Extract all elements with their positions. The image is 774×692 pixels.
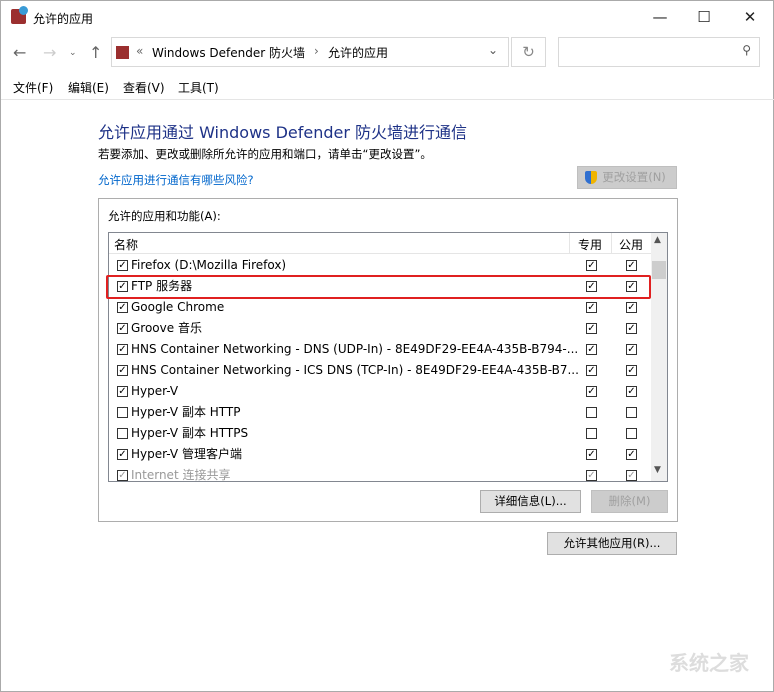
public-checkbox[interactable]: [626, 428, 637, 439]
private-checkbox[interactable]: ✓: [586, 344, 597, 355]
apps-list[interactable]: 名称 专用 公用 ✓ Firefox (D:\Mozilla Firefox) ✓ ✓…: [108, 232, 668, 482]
column-name[interactable]: 名称: [114, 236, 138, 253]
scrollbar-thumb[interactable]: [652, 261, 666, 279]
app-name: Internet 连接共享: [131, 468, 231, 482]
list-item[interactable]: ✓ Firefox (D:\Mozilla Firefox) ✓ ✓: [109, 255, 652, 276]
list-item[interactable]: Hyper-V 副本 HTTP: [109, 402, 652, 423]
private-checkbox[interactable]: ✓: [586, 365, 597, 376]
enabled-checkbox[interactable]: ✓: [117, 449, 128, 460]
enabled-checkbox[interactable]: ✓: [117, 386, 128, 397]
list-item[interactable]: ✓ Internet 连接共享 ✓ ✓: [109, 465, 652, 482]
divider: [1, 99, 774, 100]
list-item[interactable]: ✓ HNS Container Networking - ICS DNS (TCP…: [109, 360, 652, 381]
list-item[interactable]: ✓ Groove 音乐 ✓ ✓: [109, 318, 652, 339]
window-title: 允许的应用: [33, 12, 94, 26]
column-public[interactable]: 公用: [619, 236, 643, 253]
list-item[interactable]: Hyper-V 副本 HTTPS: [109, 423, 652, 444]
public-checkbox[interactable]: ✓: [626, 365, 637, 376]
minimize-button[interactable]: —: [637, 5, 683, 29]
firewall-icon: [116, 46, 129, 59]
recent-chevron-icon[interactable]: ⌄: [69, 48, 77, 58]
app-name: HNS Container Networking - ICS DNS (TCP-…: [131, 363, 579, 377]
app-name: Groove 音乐: [131, 321, 202, 335]
list-item[interactable]: ✓ Hyper-V 管理客户端 ✓ ✓: [109, 444, 652, 465]
enabled-checkbox[interactable]: [117, 407, 128, 418]
highlight-box: [106, 275, 651, 299]
menu-view[interactable]: 查看(V): [123, 79, 165, 96]
search-icon: ⚲: [742, 43, 751, 57]
app-name: Hyper-V 副本 HTTPS: [131, 426, 249, 440]
list-item[interactable]: ✓ Google Chrome ✓ ✓: [109, 297, 652, 318]
search-input[interactable]: ⚲: [558, 37, 760, 67]
app-name: Hyper-V: [131, 384, 179, 398]
public-checkbox[interactable]: [626, 407, 637, 418]
breadcrumb-allowed-apps[interactable]: 允许的应用: [328, 44, 388, 61]
public-checkbox[interactable]: ✓: [626, 323, 637, 334]
app-name: Hyper-V 副本 HTTP: [131, 405, 241, 419]
private-checkbox[interactable]: ✓: [586, 449, 597, 460]
enabled-checkbox[interactable]: ✓: [117, 365, 128, 376]
page-title: 允许应用通过 Windows Defender 防火墙进行通信: [98, 123, 468, 142]
private-checkbox[interactable]: [586, 428, 597, 439]
public-checkbox[interactable]: ✓: [626, 470, 637, 481]
private-checkbox[interactable]: ✓: [586, 260, 597, 271]
app-name: HNS Container Networking - DNS (UDP-In) …: [131, 342, 579, 356]
breadcrumb-firewall[interactable]: Windows Defender 防火墙: [152, 44, 305, 61]
menu-file[interactable]: 文件(F): [13, 79, 53, 96]
list-label: 允许的应用和功能(A):: [108, 209, 221, 223]
public-checkbox[interactable]: ✓: [626, 344, 637, 355]
public-checkbox[interactable]: ✓: [626, 302, 637, 313]
description: 若要添加、更改或删除所允许的应用和端口，请单击“更改设置”。: [98, 147, 432, 161]
refresh-button[interactable]: ↻: [511, 37, 546, 67]
risk-link[interactable]: 允许应用进行通信有哪些风险?: [98, 172, 254, 188]
address-bar[interactable]: « Windows Defender 防火墙 › 允许的应用 ⌄: [111, 37, 509, 67]
list-item[interactable]: ✓ HNS Container Networking - DNS (UDP-In)…: [109, 339, 652, 360]
scrollbar[interactable]: ▲ ▼: [651, 233, 667, 481]
remove-button[interactable]: 删除(M): [591, 490, 668, 513]
public-checkbox[interactable]: ✓: [626, 449, 637, 460]
firewall-icon: [11, 6, 28, 24]
maximize-button[interactable]: ☐: [681, 5, 727, 29]
breadcrumb-overflow[interactable]: «: [136, 44, 143, 58]
breadcrumb-separator-icon: ›: [314, 44, 319, 58]
menu-tools[interactable]: 工具(T): [178, 79, 219, 96]
private-checkbox[interactable]: [586, 407, 597, 418]
enabled-checkbox[interactable]: ✓: [117, 344, 128, 355]
enabled-checkbox[interactable]: ✓: [117, 260, 128, 271]
up-icon[interactable]: ↑: [89, 43, 102, 62]
close-button[interactable]: ✕: [727, 5, 773, 29]
details-button[interactable]: 详细信息(L)...: [480, 490, 581, 513]
app-name: Hyper-V 管理客户端: [131, 447, 242, 461]
column-private[interactable]: 专用: [578, 236, 602, 253]
private-checkbox[interactable]: ✓: [586, 386, 597, 397]
public-checkbox[interactable]: ✓: [626, 386, 637, 397]
app-name: Google Chrome: [131, 300, 225, 314]
forward-icon[interactable]: →: [43, 43, 56, 62]
change-settings-button[interactable]: 更改设置(N): [577, 166, 677, 189]
enabled-checkbox[interactable]: ✓: [117, 323, 128, 334]
private-checkbox[interactable]: ✓: [586, 470, 597, 481]
private-checkbox[interactable]: ✓: [586, 302, 597, 313]
shield-icon: [585, 171, 597, 184]
private-checkbox[interactable]: ✓: [586, 323, 597, 334]
menu-edit[interactable]: 编辑(E): [68, 79, 109, 96]
list-item[interactable]: ✓ Hyper-V ✓ ✓: [109, 381, 652, 402]
allow-other-app-button[interactable]: 允许其他应用(R)...: [547, 532, 677, 555]
watermark-logo: 系统之家: [669, 651, 749, 675]
enabled-checkbox[interactable]: ✓: [117, 302, 128, 313]
enabled-checkbox[interactable]: ✓: [117, 470, 128, 481]
public-checkbox[interactable]: ✓: [626, 260, 637, 271]
app-name: Firefox (D:\Mozilla Firefox): [131, 258, 287, 272]
list-header: 名称 专用 公用: [109, 233, 652, 254]
window: 允许的应用 — ☐ ✕ ← → ⌄ ↑ « Windows Defender 防…: [0, 0, 774, 692]
scroll-up-icon[interactable]: ▲: [654, 235, 661, 245]
chevron-down-icon[interactable]: ⌄: [488, 43, 498, 57]
back-icon[interactable]: ←: [13, 43, 26, 62]
enabled-checkbox[interactable]: [117, 428, 128, 439]
scroll-down-icon[interactable]: ▼: [654, 465, 661, 475]
